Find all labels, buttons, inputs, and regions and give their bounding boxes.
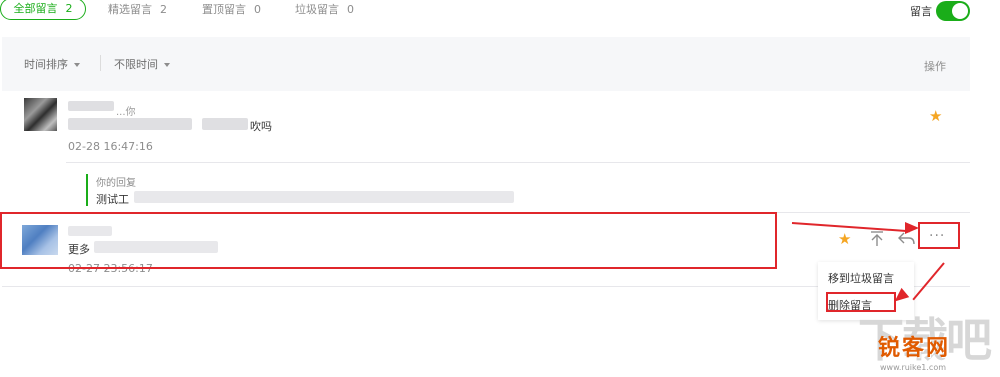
chevron-down-icon <box>74 63 80 67</box>
tab-spam-comments[interactable]: 垃圾留言 0 <box>295 0 354 22</box>
my-reply: 你的回复 测试工 <box>86 174 526 206</box>
comment-toggle-label: 留言 <box>910 5 932 18</box>
blurred-reply-text <box>134 191 514 203</box>
chevron-down-icon <box>164 63 170 67</box>
arrowhead-icon <box>905 222 919 234</box>
blurred-content <box>68 118 192 130</box>
avatar <box>24 98 57 131</box>
watermark-url: www.ruike1.com <box>880 363 947 372</box>
star-icon[interactable]: ★ <box>838 232 851 247</box>
tab-spam-count: 0 <box>347 3 354 16</box>
time-range-label: 不限时间 <box>114 58 158 71</box>
menu-item-move-to-spam[interactable]: 移到垃圾留言 <box>828 270 894 286</box>
tab-spam-label: 垃圾留言 <box>295 3 339 16</box>
reply-divider <box>66 162 970 163</box>
sort-dropdown[interactable]: 时间排序 <box>24 56 80 72</box>
reply-text-fragment: 测试工 <box>96 193 129 206</box>
comment-content-fragment: 吹吗 <box>250 120 272 133</box>
sort-label: 时间排序 <box>24 58 68 71</box>
tab-all-comments[interactable]: 全部留言 2 <box>0 0 86 20</box>
comment-row: ...你 吹吗 02-28 16:47:16 ★ <box>2 91 970 163</box>
reply-svg <box>898 232 915 245</box>
tab-featured-comments[interactable]: 精选留言 2 <box>108 0 167 22</box>
tab-pinned-label: 置顶留言 <box>202 3 246 16</box>
star-icon[interactable]: ★ <box>929 109 942 124</box>
pin-to-top-svg <box>871 231 883 246</box>
tab-pinned-comments[interactable]: 置顶留言 0 <box>202 0 261 22</box>
tab-all-count: 2 <box>65 2 73 15</box>
tab-all-label: 全部留言 <box>13 2 58 15</box>
tab-pinned-count: 0 <box>254 3 261 16</box>
blurred-content <box>202 118 248 130</box>
annotation-box-comment <box>0 212 777 269</box>
reply-title: 你的回复 <box>96 178 136 189</box>
time-range-dropdown[interactable]: 不限时间 <box>114 56 170 72</box>
pin-to-top-icon[interactable] <box>870 231 884 250</box>
nickname-fragment: ...你 <box>116 107 136 118</box>
watermark-brand: 锐客网 <box>878 336 951 361</box>
tab-featured-label: 精选留言 <box>108 3 152 16</box>
filter-bar: 时间排序 不限时间 操作 <box>2 37 970 91</box>
filter-divider <box>100 55 101 71</box>
comment-tabs: 全部留言 2 精选留言 2 置顶留言 0 垃圾留言 0 留言 <box>0 0 1000 22</box>
blurred-nickname <box>68 101 114 111</box>
reply-icon[interactable] <box>898 232 916 249</box>
operations-header: 操作 <box>924 60 946 73</box>
annotation-box-more <box>918 222 960 249</box>
comment-toggle-group: 留言 <box>910 0 970 22</box>
comment-time: 02-28 16:47:16 <box>68 140 153 153</box>
tab-featured-count: 2 <box>160 3 167 16</box>
comment-enable-toggle[interactable] <box>936 1 970 21</box>
